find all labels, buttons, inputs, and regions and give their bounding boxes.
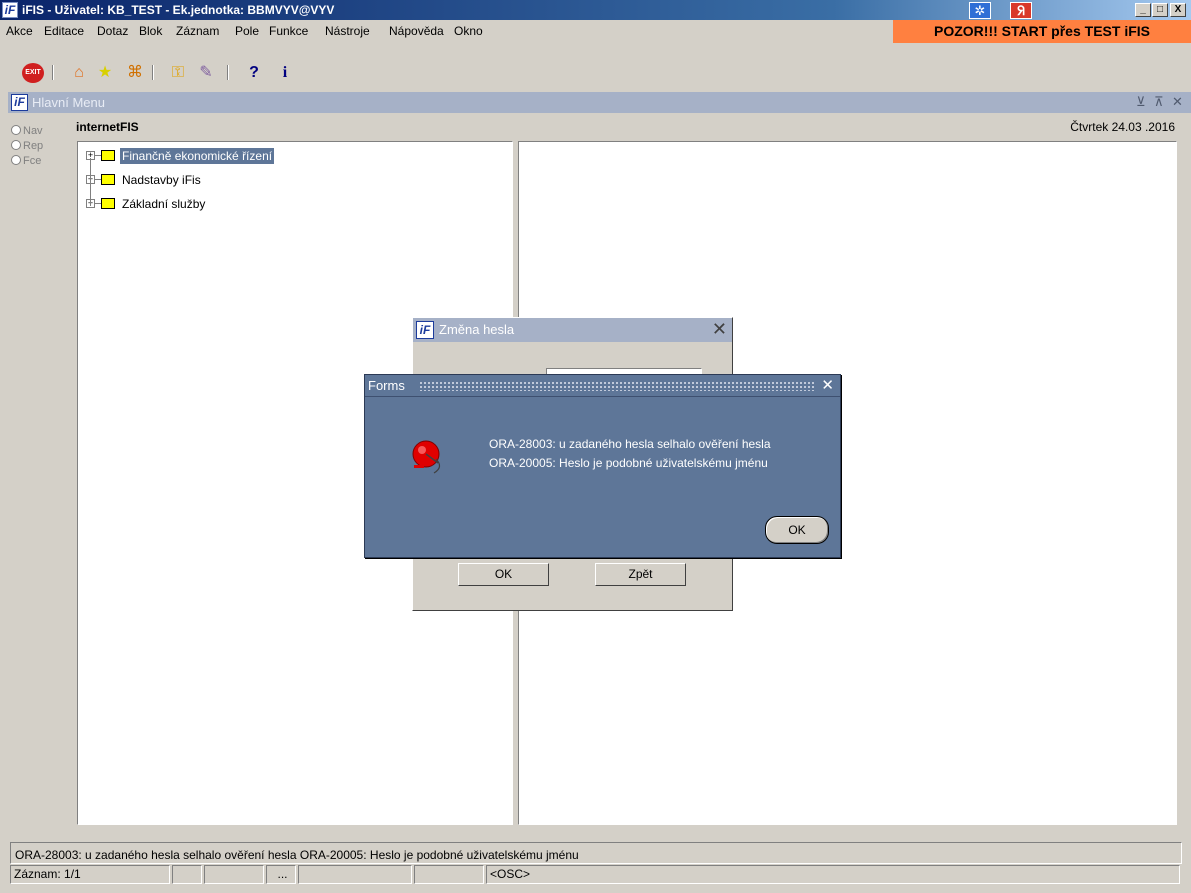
- close-button[interactable]: X: [1170, 3, 1186, 17]
- wand-icon[interactable]: ✎: [195, 62, 217, 84]
- radio-fce[interactable]: Fce: [11, 155, 41, 167]
- menu-blok[interactable]: Blok: [139, 24, 162, 38]
- osc-indicator: <OSC>: [486, 865, 1180, 884]
- close-icon[interactable]: ✕: [1172, 94, 1183, 110]
- ok-button[interactable]: OK: [458, 563, 549, 586]
- radio-nav[interactable]: Nav: [11, 125, 43, 137]
- folder-icon: [101, 198, 115, 209]
- forms-alert-titlebar[interactable]: Forms ✕: [365, 375, 840, 397]
- info-icon[interactable]: i: [274, 62, 296, 84]
- menu-funkce[interactable]: Funkce: [269, 24, 308, 38]
- status-cell: [172, 865, 202, 884]
- date-label: Čtvrtek 24.03 .2016: [1070, 120, 1175, 134]
- radio-circle: [11, 155, 21, 165]
- alert-ok-button[interactable]: OK: [765, 516, 829, 544]
- window-title: iFIS - Uživatel: KB_TEST - Ek.jednotka: …: [22, 3, 335, 17]
- exit-icon[interactable]: EXIT: [22, 63, 44, 83]
- window-titlebar[interactable]: iF iFIS - Uživatel: KB_TEST - Ek.jednotk…: [0, 0, 1191, 20]
- minimize-icon[interactable]: ⊻: [1136, 94, 1146, 110]
- menu-zaznam[interactable]: Záznam: [176, 24, 219, 38]
- radio-circle: [11, 125, 21, 135]
- menu-editace[interactable]: Editace: [44, 24, 84, 38]
- menu-pole[interactable]: Pole: [235, 24, 259, 38]
- key-icon[interactable]: ⚿: [167, 62, 189, 84]
- close-icon[interactable]: ✕: [712, 319, 727, 340]
- settings-icon[interactable]: ✲: [969, 2, 991, 19]
- tree-item-label[interactable]: Finančně ekonomické řízení: [120, 148, 275, 164]
- main-menu-title: Hlavní Menu: [32, 95, 105, 110]
- alert-message-line: ORA-20005: Heslo je podobné uživatelském…: [489, 456, 768, 470]
- status-bar: ORA-28003: u zadaného hesla selhalo ověř…: [10, 842, 1182, 886]
- folder-icon: [101, 174, 115, 185]
- status-cells: Záznam: 1/1 ... <OSC>: [10, 865, 1182, 885]
- titlebar-grip: [419, 381, 814, 391]
- forms-alert-title: Forms: [368, 378, 405, 393]
- status-message-field: ORA-28003: u zadaného hesla selhalo ověř…: [10, 842, 1182, 864]
- toolbar-separator: [152, 65, 154, 80]
- menu-nastroje[interactable]: Nástroje: [325, 24, 370, 38]
- radio-rep[interactable]: Rep: [11, 140, 43, 152]
- forms-alert-dialog: Forms ✕ ORA-28003: u zadaného hesla selh…: [364, 374, 841, 558]
- main-menu-titlebar[interactable]: iF Hlavní Menu ⊻ ⊼ ✕: [8, 92, 1191, 113]
- tree-vertical-line: [90, 158, 91, 206]
- restore-icon[interactable]: ⊼: [1154, 94, 1164, 110]
- ifis-logo-icon: iF: [416, 321, 434, 339]
- home-icon[interactable]: ⌂: [68, 62, 90, 84]
- tree-item-label[interactable]: Základní služby: [120, 196, 207, 212]
- toolbar: EXIT ⌂ ★ ⌘ ⚿ ✎ ? i: [0, 57, 1191, 90]
- back-button[interactable]: Zpět: [595, 563, 686, 586]
- status-cell: [298, 865, 412, 884]
- test-environment-warning: POZOR!!! START přes TEST iFIS: [893, 20, 1191, 43]
- alert-message-line: ORA-28003: u zadaného hesla selhalo ověř…: [489, 437, 771, 451]
- menu-bar: Akce Editace Dotaz Blok Záznam Pole Funk…: [0, 20, 1191, 43]
- app-name-label: internetFIS: [76, 120, 139, 134]
- menu-dotaz[interactable]: Dotaz: [97, 24, 128, 38]
- tree-item-label[interactable]: Nadstavby iFis: [120, 172, 203, 188]
- record-counter: Záznam: 1/1: [10, 865, 170, 884]
- radio-circle: [11, 140, 21, 150]
- star-icon[interactable]: ★: [94, 62, 116, 84]
- ifis-logo-icon: iF: [2, 2, 18, 18]
- maximize-button[interactable]: □: [1152, 3, 1168, 17]
- change-password-title: Změna hesla: [439, 322, 515, 337]
- menu-akce[interactable]: Akce: [6, 24, 33, 38]
- network-icon[interactable]: ⌘: [124, 62, 146, 84]
- help-icon[interactable]: ?: [243, 62, 265, 84]
- menu-napoveda[interactable]: Nápověda: [389, 24, 444, 38]
- menu-okno[interactable]: Okno: [454, 24, 483, 38]
- status-cell-list: ...: [266, 865, 296, 884]
- status-message: ORA-28003: u zadaného hesla selhalo ověř…: [15, 848, 579, 862]
- status-cell: [414, 865, 484, 884]
- status-cell: [204, 865, 264, 884]
- minimize-button[interactable]: _: [1135, 3, 1151, 17]
- alarm-bell-icon: [412, 440, 441, 474]
- folder-icon: [101, 150, 115, 161]
- ifis-logo-icon: iF: [11, 94, 28, 111]
- close-icon[interactable]: ✕: [821, 376, 834, 394]
- toolbar-separator: [52, 65, 54, 80]
- rss-icon[interactable]: ᖆ: [1010, 2, 1032, 19]
- toolbar-separator: [227, 65, 229, 80]
- change-password-titlebar[interactable]: iF Změna hesla ✕: [413, 318, 732, 342]
